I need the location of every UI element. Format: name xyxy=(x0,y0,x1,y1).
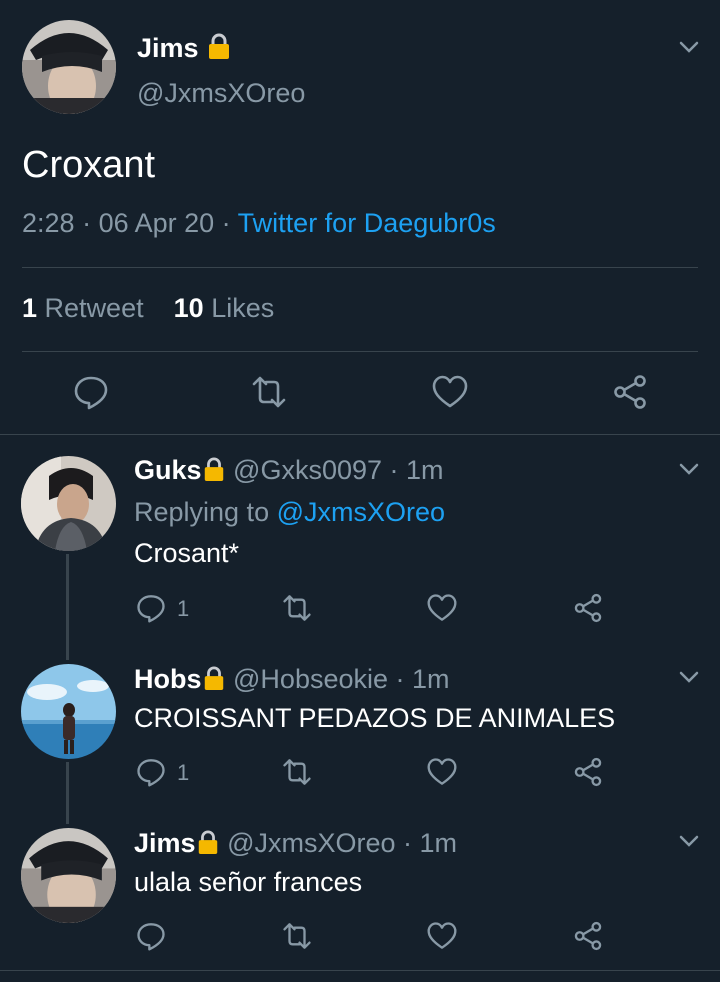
lock-icon xyxy=(204,666,223,690)
tweet-text: Croxant xyxy=(22,144,156,186)
divider xyxy=(0,434,720,435)
retweet-icon[interactable] xyxy=(282,757,312,787)
reply-header: Jims @JxmsXOreo · 1m xyxy=(134,828,458,858)
engagement-stats: 1 Retweet 10 Likes xyxy=(22,293,274,324)
tweet-metadata: 2:28 · 06 Apr 20 · Twitter for Daegubr0s xyxy=(22,208,496,238)
tweet-source-link[interactable]: Twitter for Daegubr0s xyxy=(238,208,496,238)
handle[interactable]: @JxmsXOreo xyxy=(227,828,395,858)
share-icon[interactable] xyxy=(573,921,603,951)
avatar[interactable] xyxy=(21,828,116,923)
divider xyxy=(22,351,698,352)
retweet-icon[interactable] xyxy=(282,921,312,951)
avatar[interactable] xyxy=(21,664,116,759)
handle[interactable]: @Gxks0097 xyxy=(233,455,382,485)
timestamp: 1m xyxy=(412,664,450,694)
avatar[interactable] xyxy=(21,456,116,551)
share-icon[interactable] xyxy=(573,757,603,787)
reply-icon[interactable] xyxy=(73,374,109,410)
timestamp: 1m xyxy=(406,455,444,485)
lock-icon xyxy=(198,830,217,854)
tweet-thread-page: Jims @JxmsXOreo Croxant 2:28 · 06 Apr 20… xyxy=(0,0,720,982)
lock-icon xyxy=(204,457,223,481)
reply-count: 1 xyxy=(177,760,190,785)
tweet-text: ulala señor frances xyxy=(134,867,363,897)
main-tweet: Jims @JxmsXOreo Croxant 2:28 · 06 Apr 20… xyxy=(0,0,720,434)
reply-count: 1 xyxy=(177,596,190,621)
handle[interactable]: @JxmsXOreo xyxy=(137,78,305,109)
reply-icon[interactable] xyxy=(136,593,166,623)
like-icon[interactable] xyxy=(427,757,457,787)
like-icon[interactable] xyxy=(432,374,468,410)
tweet-text: CROISSANT PEDAZOS DE ANIMALES xyxy=(134,703,616,733)
share-icon[interactable] xyxy=(612,374,648,410)
tweet-text: Crosant* xyxy=(134,538,240,568)
like-stat[interactable]: 10 Likes xyxy=(174,293,275,323)
lock-icon xyxy=(209,33,230,59)
display-name[interactable]: Jims xyxy=(137,32,232,64)
reply-actions: 1 xyxy=(0,756,720,788)
chevron-down-icon[interactable] xyxy=(679,670,699,684)
display-name[interactable]: Guks xyxy=(134,455,202,485)
timestamp: 1m xyxy=(419,828,458,858)
reply-header: Hobs @Hobseokie · 1m xyxy=(134,664,450,694)
main-tweet-actions xyxy=(0,372,720,412)
reply-actions xyxy=(0,920,720,952)
retweet-icon[interactable] xyxy=(251,374,287,410)
like-icon[interactable] xyxy=(427,921,457,951)
divider xyxy=(0,970,720,971)
reply-icon[interactable] xyxy=(136,757,166,787)
avatar[interactable] xyxy=(22,20,116,114)
handle[interactable]: @Hobseokie xyxy=(233,664,388,694)
chevron-down-icon[interactable] xyxy=(679,834,699,848)
retweet-stat[interactable]: 1 Retweet xyxy=(22,293,144,323)
chevron-down-icon[interactable] xyxy=(679,40,699,54)
reply-icon[interactable] xyxy=(136,921,166,951)
display-name[interactable]: Hobs xyxy=(134,664,202,694)
share-icon[interactable] xyxy=(573,593,603,623)
reply-header: Guks @Gxks0097 · 1m xyxy=(134,455,444,485)
like-icon[interactable] xyxy=(427,593,457,623)
reply-actions: 1 xyxy=(0,592,720,624)
retweet-icon[interactable] xyxy=(282,593,312,623)
replying-to: Replying to @JxmsXOreo xyxy=(134,497,446,527)
mention-link[interactable]: @JxmsXOreo xyxy=(277,497,445,527)
display-name[interactable]: Jims xyxy=(134,828,196,858)
divider xyxy=(22,267,698,268)
chevron-down-icon[interactable] xyxy=(679,462,699,476)
